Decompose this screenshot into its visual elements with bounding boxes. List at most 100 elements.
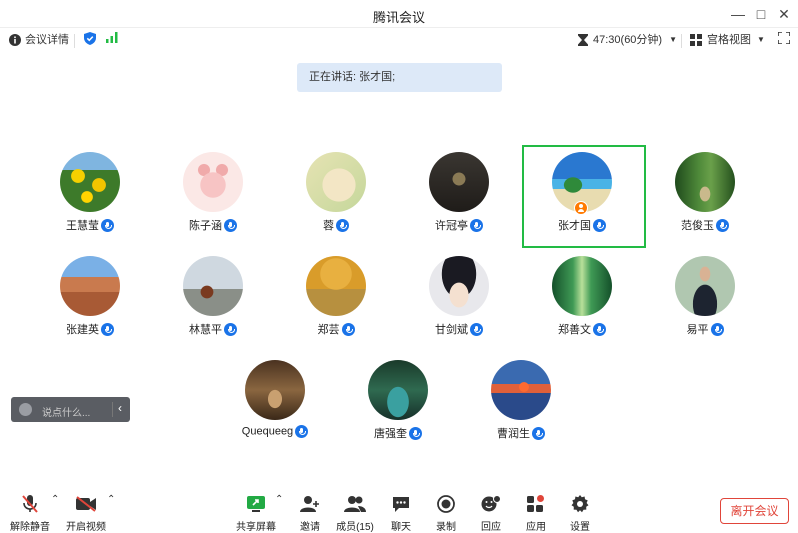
participant-tile[interactable]: 范俊玉 <box>645 144 765 246</box>
minimize-button[interactable]: — <box>727 4 749 24</box>
react-label: 回应 <box>481 522 501 533</box>
settings-label: 设置 <box>570 522 590 533</box>
unmute-button[interactable]: 解除静音 <box>6 493 54 533</box>
microphone-icon <box>224 322 237 336</box>
avatar <box>183 152 243 212</box>
collapse-arrow-icon[interactable]: ‹ <box>118 401 122 415</box>
add-user-icon <box>300 496 319 512</box>
start-video-button[interactable]: 开启视频 <box>62 493 110 533</box>
participant-tile[interactable]: 郑善文 <box>522 248 642 350</box>
microphone-icon <box>470 322 483 336</box>
leave-meeting-button[interactable]: 离开会议 <box>720 498 789 524</box>
participant-tile[interactable]: 郑芸 <box>276 248 396 350</box>
window-title: 腾讯会议 <box>372 10 425 25</box>
participant-tile[interactable]: 蓉 <box>276 144 396 246</box>
microphone-icon <box>101 322 114 336</box>
chat-placeholder: 说点什么... <box>42 408 91 419</box>
members-label: 成员(15) <box>336 522 374 533</box>
avatar <box>306 256 366 316</box>
participant-name: 许冠亭 <box>435 220 468 232</box>
chevron-down-icon: ▼ <box>757 35 765 44</box>
avatar <box>429 152 489 212</box>
maximize-button[interactable]: □ <box>750 4 772 24</box>
shield-icon <box>84 32 96 45</box>
view-mode-button[interactable]: 宫格视图 ▼ <box>690 32 765 48</box>
avatar <box>245 360 305 420</box>
hourglass-icon <box>578 34 588 46</box>
info-bar: 会议详情 47:30(60分钟) ▼ 宫格视图 ▼ <box>0 28 798 52</box>
participant-tile-active-speaker[interactable]: 张才国 <box>522 144 642 246</box>
avatar <box>552 256 612 316</box>
participant-name: 张才国 <box>558 220 591 232</box>
view-mode-label: 宫格视图 <box>707 34 751 46</box>
avatar <box>429 256 489 316</box>
network-signal[interactable] <box>106 32 118 43</box>
record-icon <box>437 495 455 513</box>
members-icon <box>344 496 366 512</box>
chevron-up-icon[interactable]: ⌃ <box>107 494 115 505</box>
chat-input[interactable]: 说点什么... ‹ <box>11 397 130 422</box>
start-video-label: 开启视频 <box>66 522 106 533</box>
participant-tile[interactable]: 张建英 <box>30 248 150 350</box>
settings-button[interactable]: 设置 <box>556 493 604 533</box>
chevron-up-icon[interactable]: ⌃ <box>275 494 283 505</box>
participant-name: 范俊玉 <box>681 220 714 232</box>
participant-tile[interactable]: 唐强奎 <box>338 352 458 454</box>
invite-label: 邀请 <box>300 522 320 533</box>
timer-label: 47:30(60分钟) <box>593 34 663 46</box>
apps-button[interactable]: 应用 <box>512 493 560 533</box>
unmute-label: 解除静音 <box>10 522 50 533</box>
members-button[interactable]: 成员(15) <box>331 493 379 533</box>
microphone-icon <box>336 218 349 232</box>
participant-name: 唐强奎 <box>374 428 407 440</box>
participant-name: 郑芸 <box>317 324 340 336</box>
participant-tile[interactable]: 曹润生 <box>461 352 581 454</box>
chevron-up-icon[interactable]: ⌃ <box>51 494 59 505</box>
apps-icon <box>527 495 544 512</box>
participant-name: Quequeeg <box>241 425 294 438</box>
fullscreen-button[interactable] <box>778 32 790 44</box>
avatar <box>675 256 735 316</box>
meeting-details-button[interactable]: 会议详情 <box>9 32 69 48</box>
participant-tile[interactable]: 许冠亭 <box>399 144 519 246</box>
invite-button[interactable]: 邀请 <box>286 493 334 533</box>
microphone-icon <box>470 218 483 232</box>
record-label: 录制 <box>436 522 456 533</box>
meeting-details-label: 会议详情 <box>25 34 69 46</box>
chat-icon <box>393 497 409 512</box>
record-button[interactable]: 录制 <box>422 493 470 533</box>
participant-name: 易平 <box>686 324 709 336</box>
participant-tile[interactable]: 陈子涵 <box>153 144 273 246</box>
microphone-icon <box>341 322 355 336</box>
participant-tile[interactable]: 林慧平 <box>153 248 273 350</box>
close-button[interactable]: ✕ <box>773 4 795 24</box>
participant-name: 甘剑斌 <box>435 324 468 336</box>
title-bar: 腾讯会议 — □ ✕ <box>0 0 798 28</box>
participant-tile[interactable]: 易平 <box>645 248 765 350</box>
security-shield[interactable] <box>84 32 96 45</box>
react-button[interactable]: 回应 <box>467 493 515 533</box>
participant-name: 陈子涵 <box>189 220 222 232</box>
microphone-icon <box>101 218 114 232</box>
avatar <box>306 152 366 212</box>
microphone-icon <box>409 426 422 440</box>
meeting-timer[interactable]: 47:30(60分钟) ▼ <box>578 32 677 48</box>
participant-name: 蓉 <box>323 220 334 232</box>
participant-name: 林慧平 <box>189 324 222 336</box>
participant-tile[interactable]: 甘剑斌 <box>399 248 519 350</box>
bottom-toolbar: 解除静音 ⌃ 开启视频 ⌃ 共享屏幕 ⌃ 邀请 成员(15) 聊天 录制 回应 … <box>0 488 798 533</box>
participant-name: 张建英 <box>66 324 99 336</box>
avatar <box>368 360 428 420</box>
microphone-icon <box>593 218 606 232</box>
avatar <box>491 360 551 420</box>
chat-label: 聊天 <box>391 522 411 533</box>
participant-tile[interactable]: Quequeeg <box>215 352 335 454</box>
info-icon <box>9 34 21 46</box>
microphone-icon <box>710 322 724 336</box>
chat-button[interactable]: 聊天 <box>377 493 425 533</box>
grid-icon <box>690 34 702 46</box>
emoji-icon[interactable] <box>19 403 32 416</box>
participant-tile[interactable]: 王慧莹 <box>30 144 150 246</box>
participant-name: 王慧莹 <box>66 220 99 232</box>
share-screen-button[interactable]: 共享屏幕 <box>232 493 280 533</box>
